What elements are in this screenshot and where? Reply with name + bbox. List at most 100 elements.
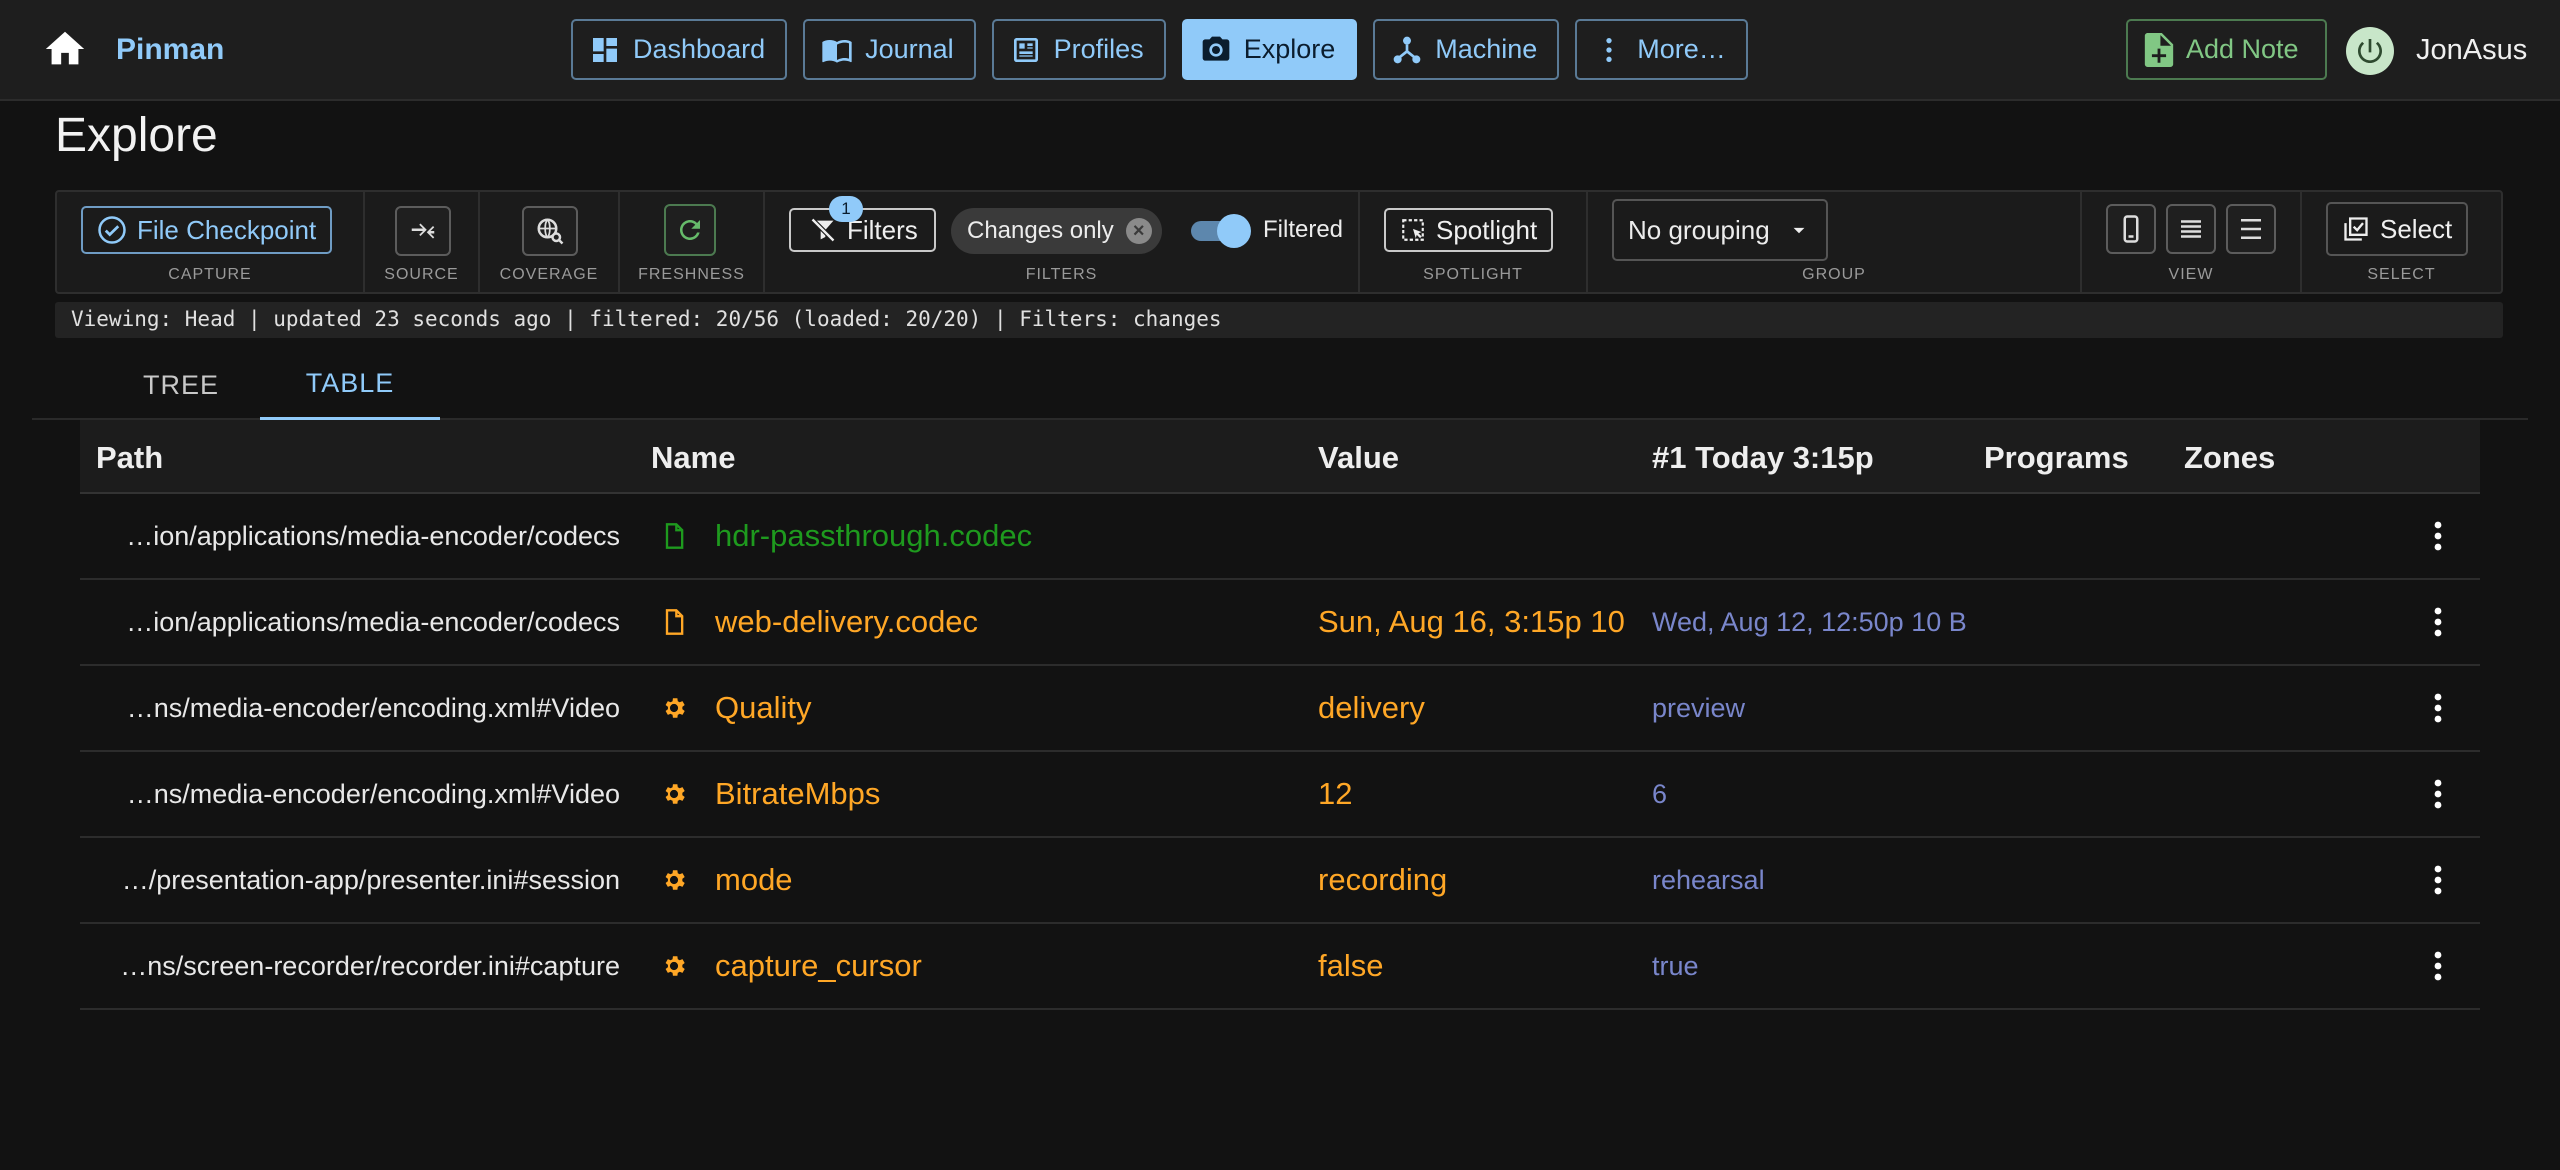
view-dense-button[interactable]	[2166, 204, 2216, 254]
group-section: No grouping GROUP	[1588, 192, 2082, 292]
more-vertical-icon	[2434, 607, 2442, 637]
tab-table[interactable]: TABLE	[260, 350, 440, 420]
table-row[interactable]: …/presentation-app/presenter.ini#session…	[80, 838, 2480, 924]
spotlight-section-label: SPOTLIGHT	[1423, 266, 1523, 283]
row-path: …ion/applications/media-encoder/codecs	[126, 606, 620, 637]
add-note-label: Add Note	[2186, 34, 2299, 64]
row-value: delivery	[1318, 690, 1425, 725]
freshness-label: FRESHNESS	[638, 266, 745, 283]
app-brand[interactable]: Pinman	[116, 33, 224, 67]
row-name[interactable]: capture_cursor	[715, 924, 1355, 1008]
grouping-value: No grouping	[1628, 214, 1770, 245]
table-row[interactable]: …ns/media-encoder/encoding.xml#Video Qual…	[80, 666, 2480, 752]
nav-journal-button[interactable]: Journal	[803, 19, 976, 80]
gear-icon	[658, 924, 690, 1008]
nav-label: Machine	[1435, 34, 1538, 64]
filters-section: 1 Filters Changes only × Filtered FILTER…	[765, 192, 1360, 292]
spotlight-button[interactable]: Spotlight	[1384, 208, 1554, 252]
filters-button[interactable]: 1 Filters	[789, 196, 936, 252]
phone-icon	[2123, 215, 2139, 243]
file-icon	[658, 494, 690, 578]
column-header-value[interactable]: Value	[1318, 440, 1399, 476]
filtered-toggle[interactable]	[1191, 214, 1251, 248]
column-header-programs[interactable]: Programs	[1984, 440, 2129, 476]
column-header-zones[interactable]: Zones	[2184, 440, 2275, 476]
row-name[interactable]: BitrateMbps	[715, 752, 1355, 836]
column-header-baseline[interactable]: #1 Today 3:15p	[1652, 440, 1874, 476]
row-menu-button[interactable]	[2408, 494, 2468, 578]
capture-section: File Checkpoint CAPTURE	[57, 192, 365, 292]
chip-close-icon[interactable]: ×	[1125, 218, 1152, 244]
row-path: …ns/media-encoder/encoding.xml#Video	[126, 778, 620, 809]
tab-tree[interactable]: TREE	[106, 350, 256, 420]
coverage-label: COVERAGE	[499, 266, 599, 283]
column-header-path[interactable]: Path	[96, 440, 163, 476]
gear-icon	[658, 838, 690, 922]
book-icon	[822, 39, 852, 63]
row-value	[1318, 494, 1662, 578]
chip-label: Changes only	[967, 217, 1114, 244]
view-tabs: TREE TABLE	[32, 350, 2528, 420]
nav-explore-button[interactable]: Explore	[1181, 19, 1358, 80]
row-menu-button[interactable]	[2408, 580, 2468, 664]
select-button[interactable]: Select	[2326, 202, 2469, 256]
row-baseline-value: preview	[1652, 692, 1746, 723]
row-menu-button[interactable]	[2408, 666, 2468, 750]
add-note-button[interactable]: Add Note	[2126, 19, 2327, 80]
more-vertical-icon	[2434, 521, 2442, 551]
row-name[interactable]: web-delivery.codec	[715, 580, 1355, 664]
file-checkpoint-label: File Checkpoint	[137, 214, 317, 245]
nav-dashboard-button[interactable]: Dashboard	[571, 19, 788, 80]
coverage-button[interactable]	[522, 206, 578, 256]
select-section: Select SELECT	[2302, 192, 2501, 292]
power-button[interactable]	[2346, 27, 2394, 75]
file-icon	[658, 580, 690, 664]
row-name[interactable]: Quality	[715, 666, 1355, 750]
spotlight-label: Spotlight	[1436, 214, 1538, 245]
table-row[interactable]: …ion/applications/media-encoder/codecs we…	[80, 580, 2480, 666]
camera-icon	[1202, 36, 1230, 61]
nav-more-button[interactable]: More…	[1575, 19, 1748, 80]
note-add-icon	[2144, 32, 2174, 67]
dashboard-icon	[593, 37, 617, 62]
row-baseline-value: Wed, Aug 12, 12:50p 10 B	[1652, 606, 1967, 637]
column-header-name[interactable]: Name	[651, 440, 735, 476]
row-menu-button[interactable]	[2408, 838, 2468, 922]
row-baseline-value	[1652, 494, 2042, 578]
changes-only-chip[interactable]: Changes only ×	[951, 208, 1162, 254]
nav-machine-button[interactable]: Machine	[1373, 19, 1560, 80]
select-all-icon	[2344, 217, 2368, 241]
user-name[interactable]: JonAsus	[2416, 34, 2527, 67]
row-value: 12	[1318, 776, 1353, 811]
profile-card-icon	[1013, 37, 1038, 62]
home-button[interactable]	[42, 26, 88, 72]
nav-label: Profiles	[1053, 34, 1144, 64]
table-body: …ion/applications/media-encoder/codecs hd…	[80, 494, 2480, 1010]
row-menu-button[interactable]	[2408, 924, 2468, 1008]
row-menu-button[interactable]	[2408, 752, 2468, 836]
nav-label: More…	[1637, 34, 1726, 64]
select-label: Select	[2380, 213, 2453, 244]
table-row[interactable]: …ns/screen-recorder/recorder.ini#capture…	[80, 924, 2480, 1010]
group-section-label: GROUP	[1802, 266, 1866, 283]
main-nav: Dashboard Journal Profiles Explore Machi…	[571, 19, 1748, 80]
row-name[interactable]: mode	[715, 838, 1355, 922]
table-row[interactable]: …ns/media-encoder/encoding.xml#Video Bitr…	[80, 752, 2480, 838]
nav-label: Explore	[1243, 34, 1336, 64]
refresh-button[interactable]	[664, 204, 716, 256]
row-value: Sun, Aug 16, 3:15p 10	[1318, 604, 1625, 639]
table-header: Path Name Value #1 Today 3:15p Programs …	[80, 420, 2480, 494]
check-circle-icon	[98, 216, 126, 244]
top-app-bar: Pinman Dashboard Journal Profiles Explor…	[0, 0, 2560, 101]
grouping-select[interactable]: No grouping	[1612, 199, 1828, 261]
source-label: SOURCE	[384, 266, 459, 283]
nav-profiles-button[interactable]: Profiles	[991, 19, 1166, 80]
view-list-button[interactable]	[2226, 204, 2276, 254]
more-vertical-icon	[1606, 37, 1612, 62]
row-name[interactable]: hdr-passthrough.codec	[715, 494, 1355, 578]
table-row[interactable]: …ion/applications/media-encoder/codecs hd…	[80, 494, 2480, 580]
view-mobile-button[interactable]	[2106, 204, 2156, 254]
file-checkpoint-button[interactable]: File Checkpoint	[81, 206, 333, 254]
coverage-section: COVERAGE	[480, 192, 620, 292]
source-button[interactable]	[395, 206, 451, 256]
